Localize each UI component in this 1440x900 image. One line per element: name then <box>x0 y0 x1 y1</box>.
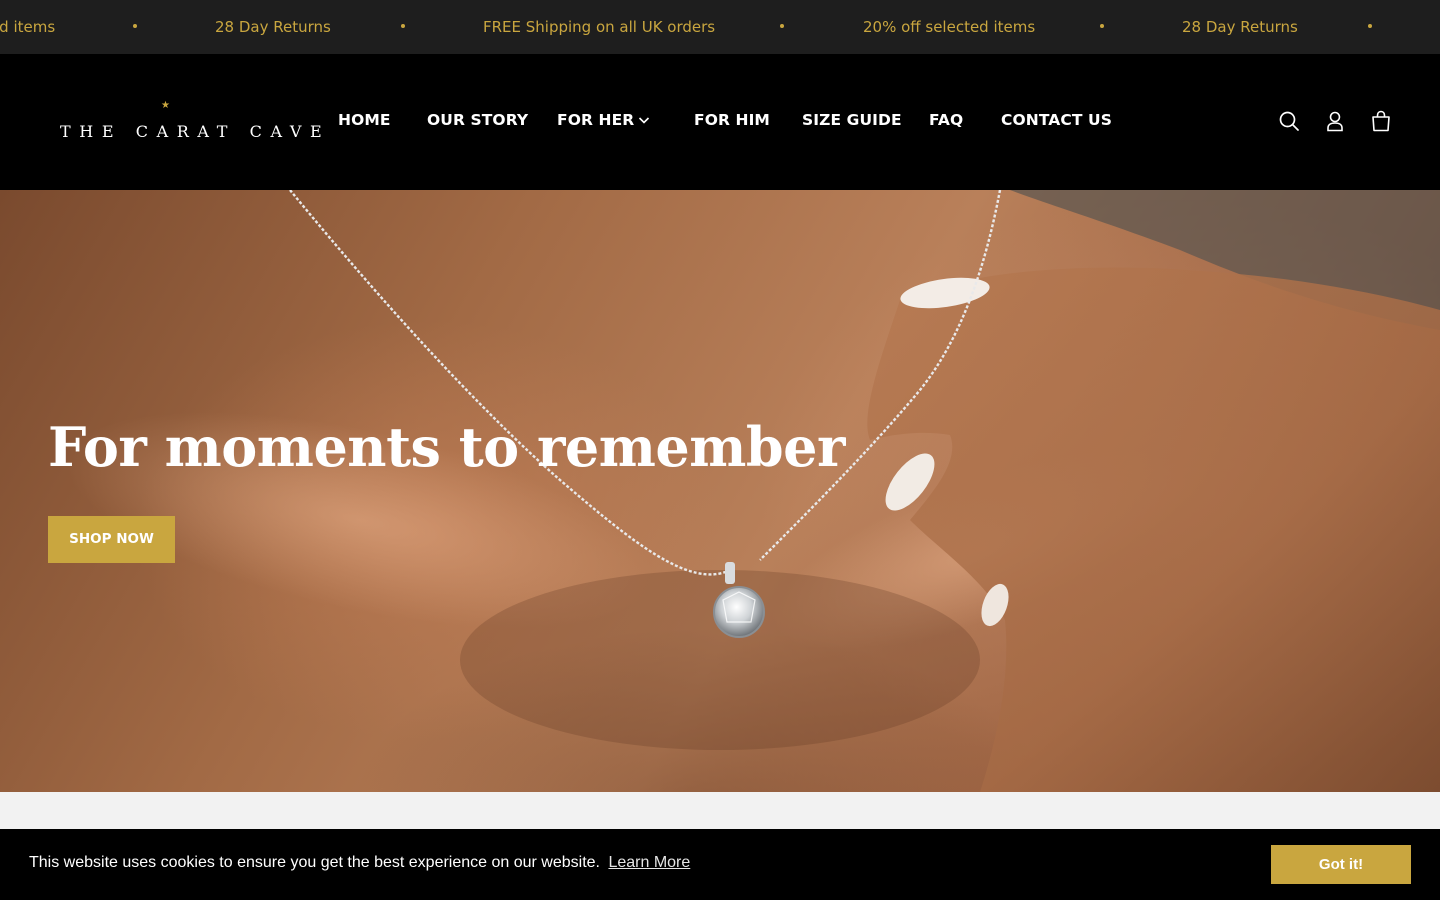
announcement-item: FREE Shipping on all UK orders <box>483 18 716 36</box>
nav-home[interactable]: HOME <box>338 111 391 129</box>
cart-icon[interactable] <box>1370 110 1392 132</box>
separator-dot <box>1100 24 1104 28</box>
account-icon[interactable] <box>1324 110 1346 132</box>
hero-title: For moments to remember <box>48 415 845 479</box>
logo[interactable]: ★ THE CARAT CAVE <box>60 100 322 150</box>
logo-star-icon: ★ <box>161 100 170 111</box>
nav-for-him[interactable]: FOR HIM <box>694 111 770 129</box>
announcement-item: 20% off selected items <box>0 18 56 36</box>
cookie-message-row: This website uses cookies to ensure you … <box>29 854 690 872</box>
nav-our-story[interactable]: OUR STORY <box>427 111 528 129</box>
nav-faq[interactable]: FAQ <box>929 111 963 129</box>
cookie-message: This website uses cookies to ensure you … <box>29 854 600 871</box>
hero-banner: For moments to remember SHOP NOW <box>0 190 1440 792</box>
chevron-down-icon[interactable] <box>638 115 650 125</box>
separator-dot <box>401 24 405 28</box>
learn-more-link[interactable]: Learn More <box>608 854 690 871</box>
shop-now-button[interactable]: SHOP NOW <box>48 516 175 563</box>
separator-dot <box>1368 24 1372 28</box>
logo-wordmark: THE CARAT CAVE <box>60 122 331 141</box>
search-icon[interactable] <box>1278 110 1300 132</box>
separator-dot <box>133 24 137 28</box>
hero-image <box>65 190 1440 792</box>
separator-dot <box>780 24 784 28</box>
nav-size-guide[interactable]: SIZE GUIDE <box>802 111 902 129</box>
site-header: ★ THE CARAT CAVE HOME OUR STORY FOR HER … <box>0 54 1440 190</box>
announcement-item: 28 Day Returns <box>215 18 331 36</box>
cookie-banner: This website uses cookies to ensure you … <box>0 829 1440 900</box>
announcement-item: 20% off selected items <box>863 18 1036 36</box>
announcement-item: 28 Day Returns <box>1182 18 1298 36</box>
nav-for-her[interactable]: FOR HER <box>557 111 634 129</box>
accept-cookies-button[interactable]: Got it! <box>1271 845 1411 884</box>
announcement-bar: 20% off selected items 28 Day Returns FR… <box>0 0 1440 54</box>
nav-contact-us[interactable]: CONTACT US <box>1001 111 1112 129</box>
